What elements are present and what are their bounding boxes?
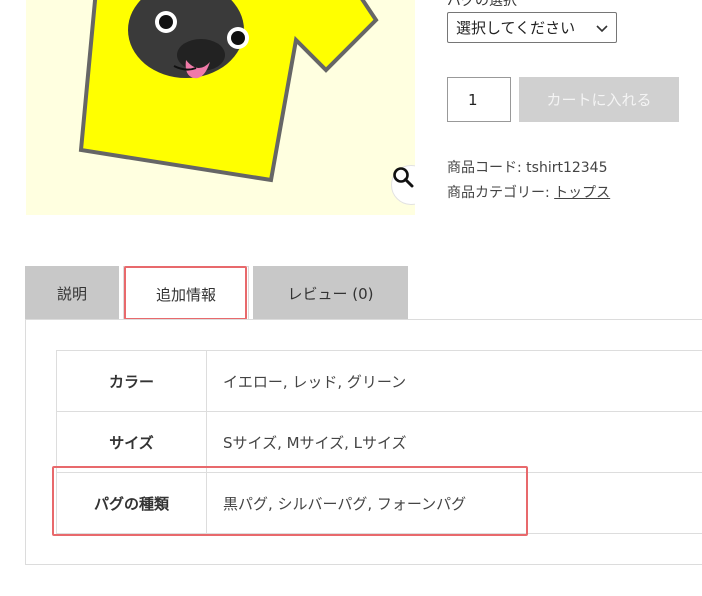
attributes-table: カラー イエロー, レッド, グリーン サイズ Sサイズ, Mサイズ, Lサイズ… [56, 350, 702, 534]
attribute-name: サイズ [56, 411, 207, 473]
variation-select[interactable]: 選択してください [447, 12, 617, 43]
tab-additional-info[interactable]: 追加情報 [123, 266, 249, 321]
table-row: サイズ Sサイズ, Mサイズ, Lサイズ [56, 411, 702, 473]
tab-reviews[interactable]: レビュー (0) [253, 266, 408, 320]
attribute-name: パグの種類 [56, 472, 207, 534]
table-row: カラー イエロー, レッド, グリーン [56, 350, 702, 412]
category-link[interactable]: トップス [554, 185, 610, 201]
sku-label: 商品コード: [447, 160, 527, 176]
attribute-value: イエロー, レッド, グリーン [206, 350, 702, 412]
product-image[interactable] [26, 0, 415, 215]
category-line: 商品カテゴリー: トップス [447, 182, 610, 202]
product-page: パグの選択 選択してください 1 カートに入れる 商品コード: tshirt12… [0, 0, 702, 596]
pug-tshirt-illustration [78, 0, 379, 183]
attribute-value: Sサイズ, Mサイズ, Lサイズ [206, 411, 702, 473]
category-label: 商品カテゴリー: [447, 185, 555, 201]
attribute-name: カラー [56, 350, 207, 412]
chevron-down-icon [596, 19, 608, 37]
table-row: パグの種類 黒パグ, シルバーパグ, フォーンパグ [56, 472, 702, 534]
add-to-cart-button[interactable]: カートに入れる [519, 77, 679, 122]
tab-description[interactable]: 説明 [25, 266, 119, 320]
quantity-input[interactable]: 1 [447, 77, 511, 122]
variation-select-value: 選択してください [456, 19, 576, 37]
sku-value: tshirt12345 [526, 160, 608, 176]
sku-line: 商品コード: tshirt12345 [447, 157, 608, 177]
variation-label: パグの選択 [447, 0, 517, 9]
attribute-value: 黒パグ, シルバーパグ, フォーンパグ [206, 472, 702, 534]
